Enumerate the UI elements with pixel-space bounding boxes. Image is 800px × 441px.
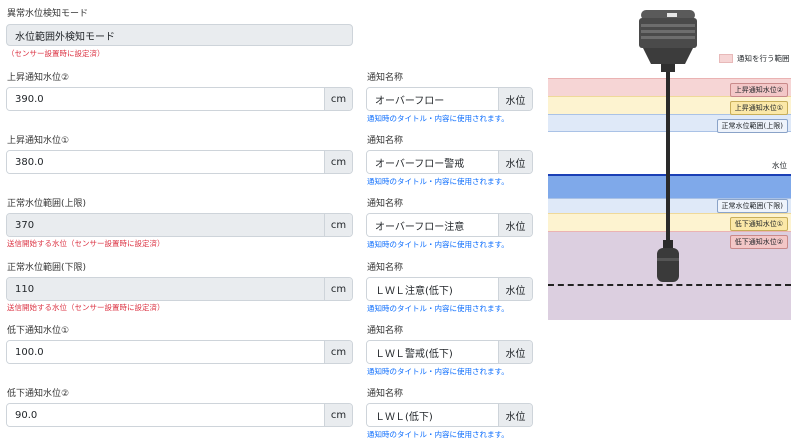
rise1-notify-label: 通知名称 — [367, 136, 404, 146]
low2-notify-input-group[interactable]: ＬＷＬ(低下) 水位 — [366, 403, 533, 427]
rise1-notify-hint: 通知時のタイトル・内容に使用されます。 — [367, 177, 509, 186]
unit-cm: cm — [324, 278, 352, 300]
rise2-notify-label: 通知名称 — [367, 73, 404, 83]
rise2-notify-hint: 通知時のタイトル・内容に使用されます。 — [367, 114, 509, 123]
notify-unit: 水位 — [498, 278, 532, 300]
low2-level-input[interactable]: 90.0 — [7, 404, 324, 426]
rise2-notify-input[interactable]: オーバーフロー — [367, 88, 498, 110]
normal-lower-notify-label: 通知名称 — [367, 263, 404, 273]
normal-upper-label: 正常水位範囲(上限) — [7, 199, 87, 209]
low2-level-input-group[interactable]: 90.0 cm — [6, 403, 353, 427]
low2-notify-label: 通知名称 — [367, 389, 404, 399]
legend-swatch — [719, 54, 733, 63]
notify-unit: 水位 — [498, 341, 532, 363]
low1-level-input-group[interactable]: 100.0 cm — [6, 340, 353, 364]
normal-upper-input-group: 370 cm — [6, 213, 353, 237]
tag-low1: 低下通知水位① — [729, 217, 788, 231]
low2-notify-hint: 通知時のタイトル・内容に使用されます。 — [367, 430, 509, 439]
normal-lower-notify-input[interactable]: ＬＷＬ注意(低下) — [367, 278, 498, 300]
mode-label: 異常水位検知モード — [7, 9, 89, 19]
normal-lower-hint: 送信開始する水位（センサー設置時に設定済） — [7, 303, 165, 312]
unit-cm: cm — [324, 404, 352, 426]
tag-low2: 低下通知水位② — [729, 235, 788, 249]
normal-upper-notify-input-group[interactable]: オーバーフロー注意 水位 — [366, 213, 533, 237]
rise2-level-label: 上昇通知水位② — [7, 73, 70, 83]
normal-upper-hint: 送信開始する水位（センサー設置時に設定済） — [7, 239, 165, 248]
normal-upper-input: 370 — [7, 214, 324, 236]
normal-upper-notify-input[interactable]: オーバーフロー注意 — [367, 214, 498, 236]
tag-rise2: 上昇通知水位② — [729, 83, 788, 97]
sensor-device-icon — [639, 10, 697, 282]
unit-cm: cm — [324, 341, 352, 363]
rise2-level-input-group[interactable]: 390.0 cm — [6, 87, 353, 111]
rise1-notify-input-group[interactable]: オーバーフロー警戒 水位 — [366, 150, 533, 174]
low1-notify-hint: 通知時のタイトル・内容に使用されます。 — [367, 367, 509, 376]
low2-level-label: 低下通知水位② — [7, 389, 70, 399]
normal-upper-notify-hint: 通知時のタイトル・内容に使用されます。 — [367, 240, 509, 249]
normal-upper-notify-label: 通知名称 — [367, 199, 404, 209]
unit-cm: cm — [324, 151, 352, 173]
low1-notify-label: 通知名称 — [367, 326, 404, 336]
rise1-level-label: 上昇通知水位① — [7, 136, 70, 146]
notify-unit: 水位 — [498, 214, 532, 236]
rise1-notify-input[interactable]: オーバーフロー警戒 — [367, 151, 498, 173]
unit-cm: cm — [324, 88, 352, 110]
normal-lower-input: 110 — [7, 278, 324, 300]
normal-lower-notify-input-group[interactable]: ＬＷＬ注意(低下) 水位 — [366, 277, 533, 301]
normal-lower-input-group: 110 cm — [6, 277, 353, 301]
rise1-level-input-group[interactable]: 380.0 cm — [6, 150, 353, 174]
tag-normal-upper: 正常水位範囲(上限) — [716, 119, 788, 133]
notify-unit: 水位 — [498, 404, 532, 426]
mode-hint: （センサー設置時に設定済） — [7, 49, 105, 58]
unit-cm: cm — [324, 214, 352, 236]
low2-notify-input[interactable]: ＬＷＬ(低下) — [367, 404, 498, 426]
rise2-notify-input-group[interactable]: オーバーフロー 水位 — [366, 87, 533, 111]
low1-notify-input[interactable]: ＬＷＬ警戒(低下) — [367, 341, 498, 363]
normal-lower-label: 正常水位範囲(下限) — [7, 263, 87, 273]
normal-lower-notify-hint: 通知時のタイトル・内容に使用されます。 — [367, 304, 509, 313]
low1-notify-input-group[interactable]: ＬＷＬ警戒(低下) 水位 — [366, 340, 533, 364]
mode-field: 水位範囲外検知モード — [6, 24, 353, 46]
legend-label: 通知を行う範囲 — [737, 54, 790, 63]
water-level-diagram: 通知を行う範囲 上昇通知水位② 上昇通知水位① 正常水位範囲(上限) 水位 正常… — [548, 0, 791, 320]
notify-unit: 水位 — [498, 88, 532, 110]
water-level-label: 水位 — [772, 161, 787, 170]
low1-level-input[interactable]: 100.0 — [7, 341, 324, 363]
rise1-level-input[interactable]: 380.0 — [7, 151, 324, 173]
tag-normal-lower: 正常水位範囲(下限) — [716, 199, 788, 213]
rise2-level-input[interactable]: 390.0 — [7, 88, 324, 110]
notify-unit: 水位 — [498, 151, 532, 173]
low1-level-label: 低下通知水位① — [7, 326, 70, 336]
tag-rise1: 上昇通知水位① — [729, 101, 788, 115]
